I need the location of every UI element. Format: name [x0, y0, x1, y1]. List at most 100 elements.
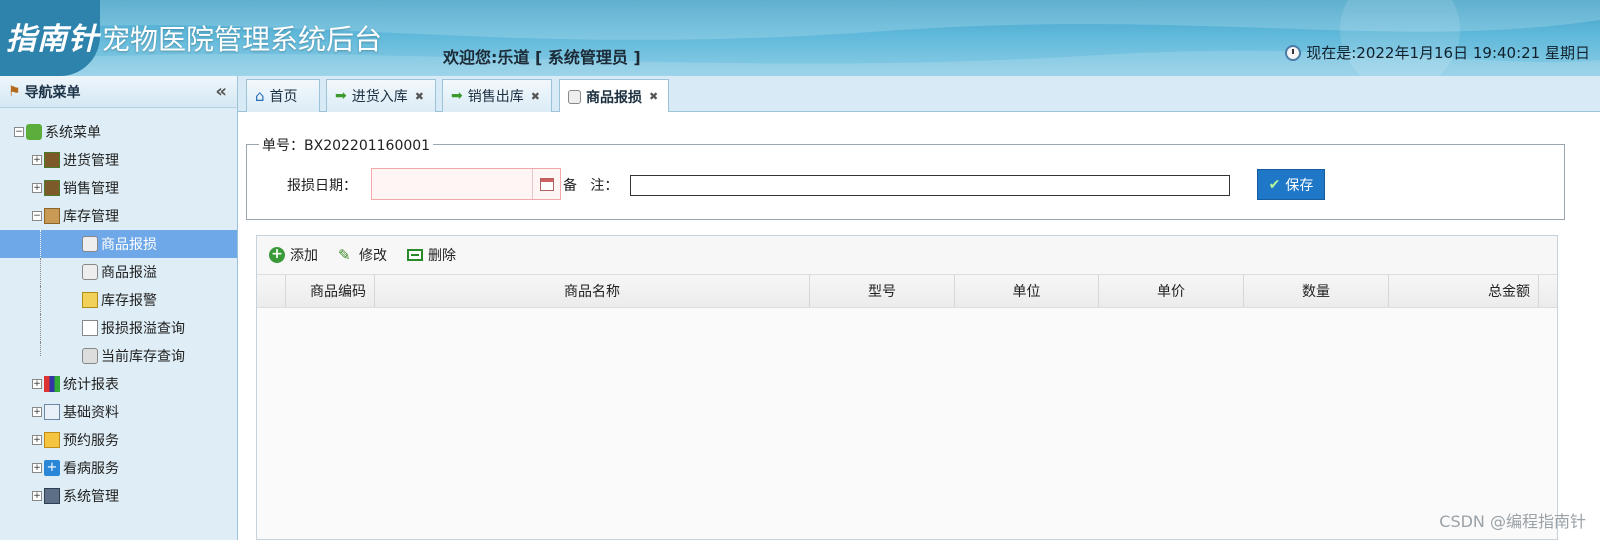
- close-icon[interactable]: ✖: [649, 90, 658, 103]
- sidebar-item-damage[interactable]: 商品报损: [0, 230, 237, 258]
- collapse-toggle-icon[interactable]: −: [14, 127, 24, 137]
- table-body: [257, 308, 1557, 538]
- app-header: 指南针 宠物医院管理系统后台 欢迎您:乐道 [ 系统管理员 ] 现在是:2022…: [0, 0, 1600, 76]
- welcome-text: 欢迎您:乐道 [ 系统管理员 ]: [443, 48, 641, 67]
- damage-icon: [568, 89, 581, 104]
- column-header-total[interactable]: 总金额: [1389, 275, 1539, 307]
- expand-toggle-icon[interactable]: +: [32, 183, 42, 193]
- tab-label: 进货入库: [351, 89, 408, 105]
- appointment-icon: [44, 432, 60, 448]
- clock-display: 现在是:2022年1月16日 19:40:21 星期日: [1285, 42, 1590, 63]
- add-icon: +: [269, 247, 285, 263]
- sidebar-item-label: 库存管理: [63, 209, 119, 225]
- arrow-in-icon: ➡: [335, 88, 347, 104]
- damage-icon: [82, 236, 98, 252]
- column-header-model[interactable]: 型号: [810, 275, 955, 307]
- edit-label: 修改: [359, 248, 387, 264]
- close-icon[interactable]: ✖: [531, 90, 540, 103]
- tree-line: [40, 230, 78, 258]
- sidebar-item-damage-query[interactable]: 报损报溢查询: [0, 314, 237, 342]
- tab-home[interactable]: ⌂ 首页: [246, 79, 320, 112]
- warning-icon: [82, 292, 98, 308]
- logo: 指南针: [6, 22, 99, 57]
- tab-sales-out[interactable]: ➡ 销售出库 ✖: [442, 79, 552, 112]
- puzzle-icon: [26, 124, 42, 140]
- save-label: 保存: [1285, 177, 1314, 194]
- damage-date-input[interactable]: [371, 168, 561, 200]
- goods-grid: + 添加 ✎ 修改 删除 商品编码 商品名称 型号 单位 单价 数量 总金额: [256, 235, 1558, 540]
- column-header-code[interactable]: 商品编码: [286, 275, 375, 307]
- grid-toolbar: + 添加 ✎ 修改 删除: [257, 236, 1557, 274]
- sidebar-item-stock-query[interactable]: 当前库存查询: [0, 342, 237, 370]
- overflow-icon: [82, 264, 98, 280]
- sidebar-item-purchase[interactable]: + 进货管理: [0, 146, 237, 174]
- tab-label: 销售出库: [467, 89, 524, 105]
- sidebar-title: 导航菜单: [24, 84, 81, 101]
- tab-purchase-in[interactable]: ➡ 进货入库 ✖: [326, 79, 436, 112]
- tab-label: 商品报损: [586, 89, 642, 106]
- tab-bar: ⌂ 首页 ➡ 进货入库 ✖ ➡ 销售出库 ✖ 商品报损 ✖: [238, 76, 1600, 113]
- calendar-button[interactable]: [532, 169, 560, 199]
- table-header: 商品编码 商品名称 型号 单位 单价 数量 总金额: [257, 274, 1557, 308]
- sidebar-item-stock-alarm[interactable]: 库存报警: [0, 286, 237, 314]
- computer-icon: [44, 488, 60, 504]
- remark-input[interactable]: [630, 175, 1230, 196]
- tree-line: [40, 342, 78, 356]
- sidebar-item-label: 统计报表: [63, 377, 119, 393]
- tab-label: 首页: [269, 89, 298, 105]
- sidebar-item-inventory[interactable]: − 库存管理: [0, 202, 237, 230]
- clock-text: 现在是:2022年1月16日 19:40:21 星期日: [1306, 44, 1590, 62]
- collapse-button[interactable]: «: [215, 81, 227, 102]
- sidebar: ⚑ 导航菜单 « − 系统菜单 + 进货管理 + 销售管理 − 库存管理 商品报…: [0, 76, 238, 540]
- sidebar-item-overflow[interactable]: 商品报溢: [0, 258, 237, 286]
- expand-toggle-icon[interactable]: +: [32, 463, 42, 473]
- sidebar-item-basic-data[interactable]: + 基础资料: [0, 398, 237, 426]
- tree-root[interactable]: − 系统菜单: [0, 118, 237, 146]
- expand-toggle-icon[interactable]: +: [32, 379, 42, 389]
- column-header-price[interactable]: 单价: [1099, 275, 1244, 307]
- delete-label: 删除: [428, 248, 456, 264]
- expand-toggle-icon[interactable]: +: [32, 491, 42, 501]
- stock-query-icon: [82, 348, 98, 364]
- expand-toggle-icon[interactable]: +: [32, 435, 42, 445]
- expand-toggle-icon[interactable]: +: [32, 407, 42, 417]
- arrow-out-icon: ➡: [451, 88, 463, 104]
- save-button[interactable]: ✔ 保存: [1257, 169, 1325, 200]
- sidebar-item-label: 系统管理: [63, 489, 119, 505]
- add-label: 添加: [290, 248, 318, 264]
- expand-toggle-icon[interactable]: +: [32, 155, 42, 165]
- order-fieldset: 单号：BX202201160001 报损日期： 备 注： ✔ 保存: [246, 135, 1565, 220]
- row-number-header: [257, 275, 286, 307]
- nav-tree: − 系统菜单 + 进货管理 + 销售管理 − 库存管理 商品报损 商品报溢 库存…: [0, 108, 237, 510]
- tab-goods-damage[interactable]: 商品报损 ✖: [559, 79, 669, 113]
- sidebar-item-label: 进货管理: [63, 153, 119, 169]
- date-label: 报损日期：: [287, 178, 357, 194]
- order-number: 单号：BX202201160001: [259, 135, 434, 155]
- sidebar-item-sales[interactable]: + 销售管理: [0, 174, 237, 202]
- edit-button[interactable]: ✎ 修改: [338, 245, 387, 265]
- sidebar-item-label: 报损报溢查询: [101, 321, 185, 337]
- sidebar-item-label: 看病服务: [63, 461, 119, 477]
- delete-button[interactable]: 删除: [407, 245, 456, 265]
- document-icon: [44, 404, 60, 420]
- tree-line: [40, 314, 78, 342]
- medical-icon: +: [44, 460, 60, 476]
- collapse-toggle-icon[interactable]: −: [32, 211, 42, 221]
- sidebar-item-reports[interactable]: + 统计报表: [0, 370, 237, 398]
- system-title: 宠物医院管理系统后台: [102, 23, 383, 56]
- column-header-name[interactable]: 商品名称: [375, 275, 810, 307]
- column-header-unit[interactable]: 单位: [955, 275, 1099, 307]
- add-button[interactable]: + 添加: [269, 245, 318, 265]
- sidebar-item-appointment[interactable]: + 预约服务: [0, 426, 237, 454]
- query-icon: [82, 320, 98, 336]
- sidebar-item-medical[interactable]: + + 看病服务: [0, 454, 237, 482]
- close-icon[interactable]: ✖: [415, 90, 424, 103]
- remark-label: 备 注：: [563, 178, 619, 194]
- column-header-quantity[interactable]: 数量: [1244, 275, 1389, 307]
- folder-open-icon: [44, 208, 60, 224]
- tree-line: [40, 258, 78, 286]
- chart-icon: [44, 376, 60, 392]
- check-icon: ✔: [1268, 176, 1281, 193]
- home-icon: ⌂: [255, 87, 265, 105]
- sidebar-item-system[interactable]: + 系统管理: [0, 482, 237, 510]
